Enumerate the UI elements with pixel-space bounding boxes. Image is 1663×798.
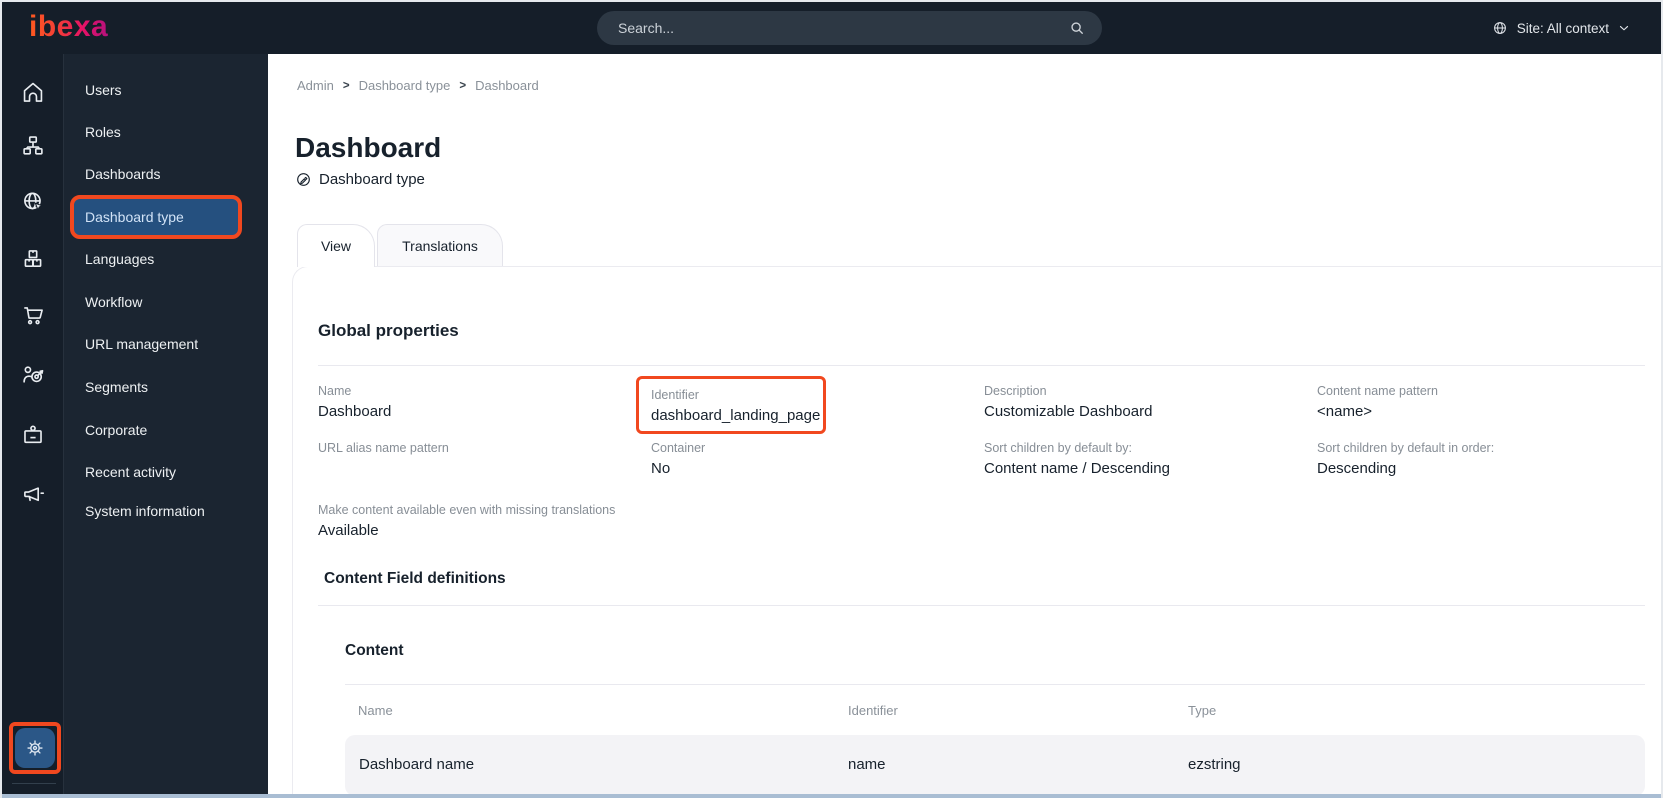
app-window: ibexa Site: All context (0, 0, 1663, 798)
audience-target-icon[interactable] (20, 362, 46, 388)
cell-field-name: Dashboard name (359, 756, 475, 773)
divider (318, 365, 1645, 366)
sidebar-item-system-information[interactable]: System information (64, 491, 268, 531)
search-icon[interactable] (1068, 19, 1086, 37)
ibexa-logo[interactable]: ibexa (29, 10, 108, 44)
sidebar-item-segments[interactable]: Segments (64, 367, 268, 407)
field-description: Description Customizable Dashboard (984, 384, 1153, 420)
corporate-badge-icon[interactable] (20, 422, 46, 448)
site-globe-icon[interactable] (20, 189, 46, 215)
highlight-box-identifier: Identifier dashboard_landing_page (636, 376, 826, 434)
search-input[interactable] (597, 20, 1068, 36)
field-availability: Make content available even with missing… (318, 503, 616, 539)
commerce-cart-icon[interactable] (20, 302, 46, 328)
breadcrumb: Admin > Dashboard type > Dashboard (297, 78, 539, 93)
section-heading-global-properties: Global properties (318, 321, 459, 340)
sidebar-item-languages[interactable]: Languages (64, 239, 268, 279)
chevron-down-icon (1617, 21, 1631, 35)
products-boxes-icon[interactable] (20, 246, 46, 272)
global-search[interactable] (597, 11, 1102, 45)
content-tree-icon[interactable] (20, 133, 46, 159)
sidebar-item-workflow[interactable]: Workflow (64, 282, 268, 322)
sidebar-item-dashboards[interactable]: Dashboards (64, 154, 268, 194)
breadcrumb-separator: > (342, 79, 350, 92)
field-container: Container No (651, 441, 706, 477)
section-heading-content-group: Content (345, 642, 404, 659)
content-type-subtitle: Dashboard type (295, 171, 425, 188)
breadcrumb-item-dashboard: Dashboard (475, 78, 539, 93)
megaphone-icon[interactable] (20, 481, 46, 507)
cell-field-type: ezstring (1188, 756, 1241, 773)
content-type-label: Dashboard type (319, 171, 425, 188)
top-bar: ibexa Site: All context (2, 2, 1661, 54)
icon-rail (2, 54, 64, 796)
admin-menu: Users Roles Dashboards Dashboard type La… (64, 54, 268, 796)
field-content-name-pattern: Content name pattern <name> (1317, 384, 1438, 420)
window-bottom-edge (2, 794, 1661, 798)
cell-field-identifier: name (848, 756, 886, 773)
settings-button[interactable] (15, 728, 55, 768)
field-name: Name Dashboard (318, 384, 392, 420)
table-row: Dashboard name name ezstring (345, 735, 1645, 796)
settings-gear-icon (24, 737, 46, 759)
field-sort-children-by: Sort children by default by: Content nam… (984, 441, 1170, 477)
breadcrumb-separator: > (459, 79, 467, 92)
content-card: Global properties Name Dashboard Identif… (292, 266, 1661, 796)
content-type-icon (295, 171, 312, 188)
site-context-label: Site: All context (1516, 20, 1609, 36)
field-url-alias-name-pattern: URL alias name pattern (318, 441, 449, 455)
home-icon[interactable] (20, 79, 46, 105)
sidebar-item-dashboard-type-highlighted[interactable]: Dashboard type (70, 195, 242, 239)
page-title: Dashboard (295, 132, 442, 163)
site-context-selector[interactable]: Site: All context (1491, 2, 1631, 54)
sidebar-item-url-management[interactable]: URL management (64, 324, 268, 364)
divider (345, 684, 1645, 685)
sidebar-item-roles[interactable]: Roles (64, 112, 268, 152)
sidebar-item-label: Dashboard type (85, 209, 184, 225)
sidebar-item-corporate[interactable]: Corporate (64, 410, 268, 450)
globe-icon (1491, 19, 1509, 37)
divider (318, 605, 1645, 606)
tab-translations[interactable]: Translations (377, 224, 503, 266)
breadcrumb-item-dashboard-type[interactable]: Dashboard type (359, 78, 451, 93)
section-heading-field-definitions: Content Field definitions (324, 570, 506, 587)
highlight-box-settings (9, 722, 61, 774)
breadcrumb-item-admin[interactable]: Admin (297, 78, 334, 93)
sidebar-item-users[interactable]: Users (64, 70, 268, 110)
table-header-name: Name (358, 703, 393, 718)
field-identifier: Identifier dashboard_landing_page (651, 388, 821, 424)
rail-divider (12, 783, 56, 784)
table-header-type: Type (1188, 703, 1217, 718)
main-content: Admin > Dashboard type > Dashboard Dashb… (268, 54, 1661, 796)
sidebar-item-recent-activity[interactable]: Recent activity (64, 452, 268, 492)
field-sort-children-order: Sort children by default in order: Desce… (1317, 441, 1495, 477)
table-header-identifier: Identifier (848, 703, 898, 718)
tab-view[interactable]: View (297, 224, 375, 267)
